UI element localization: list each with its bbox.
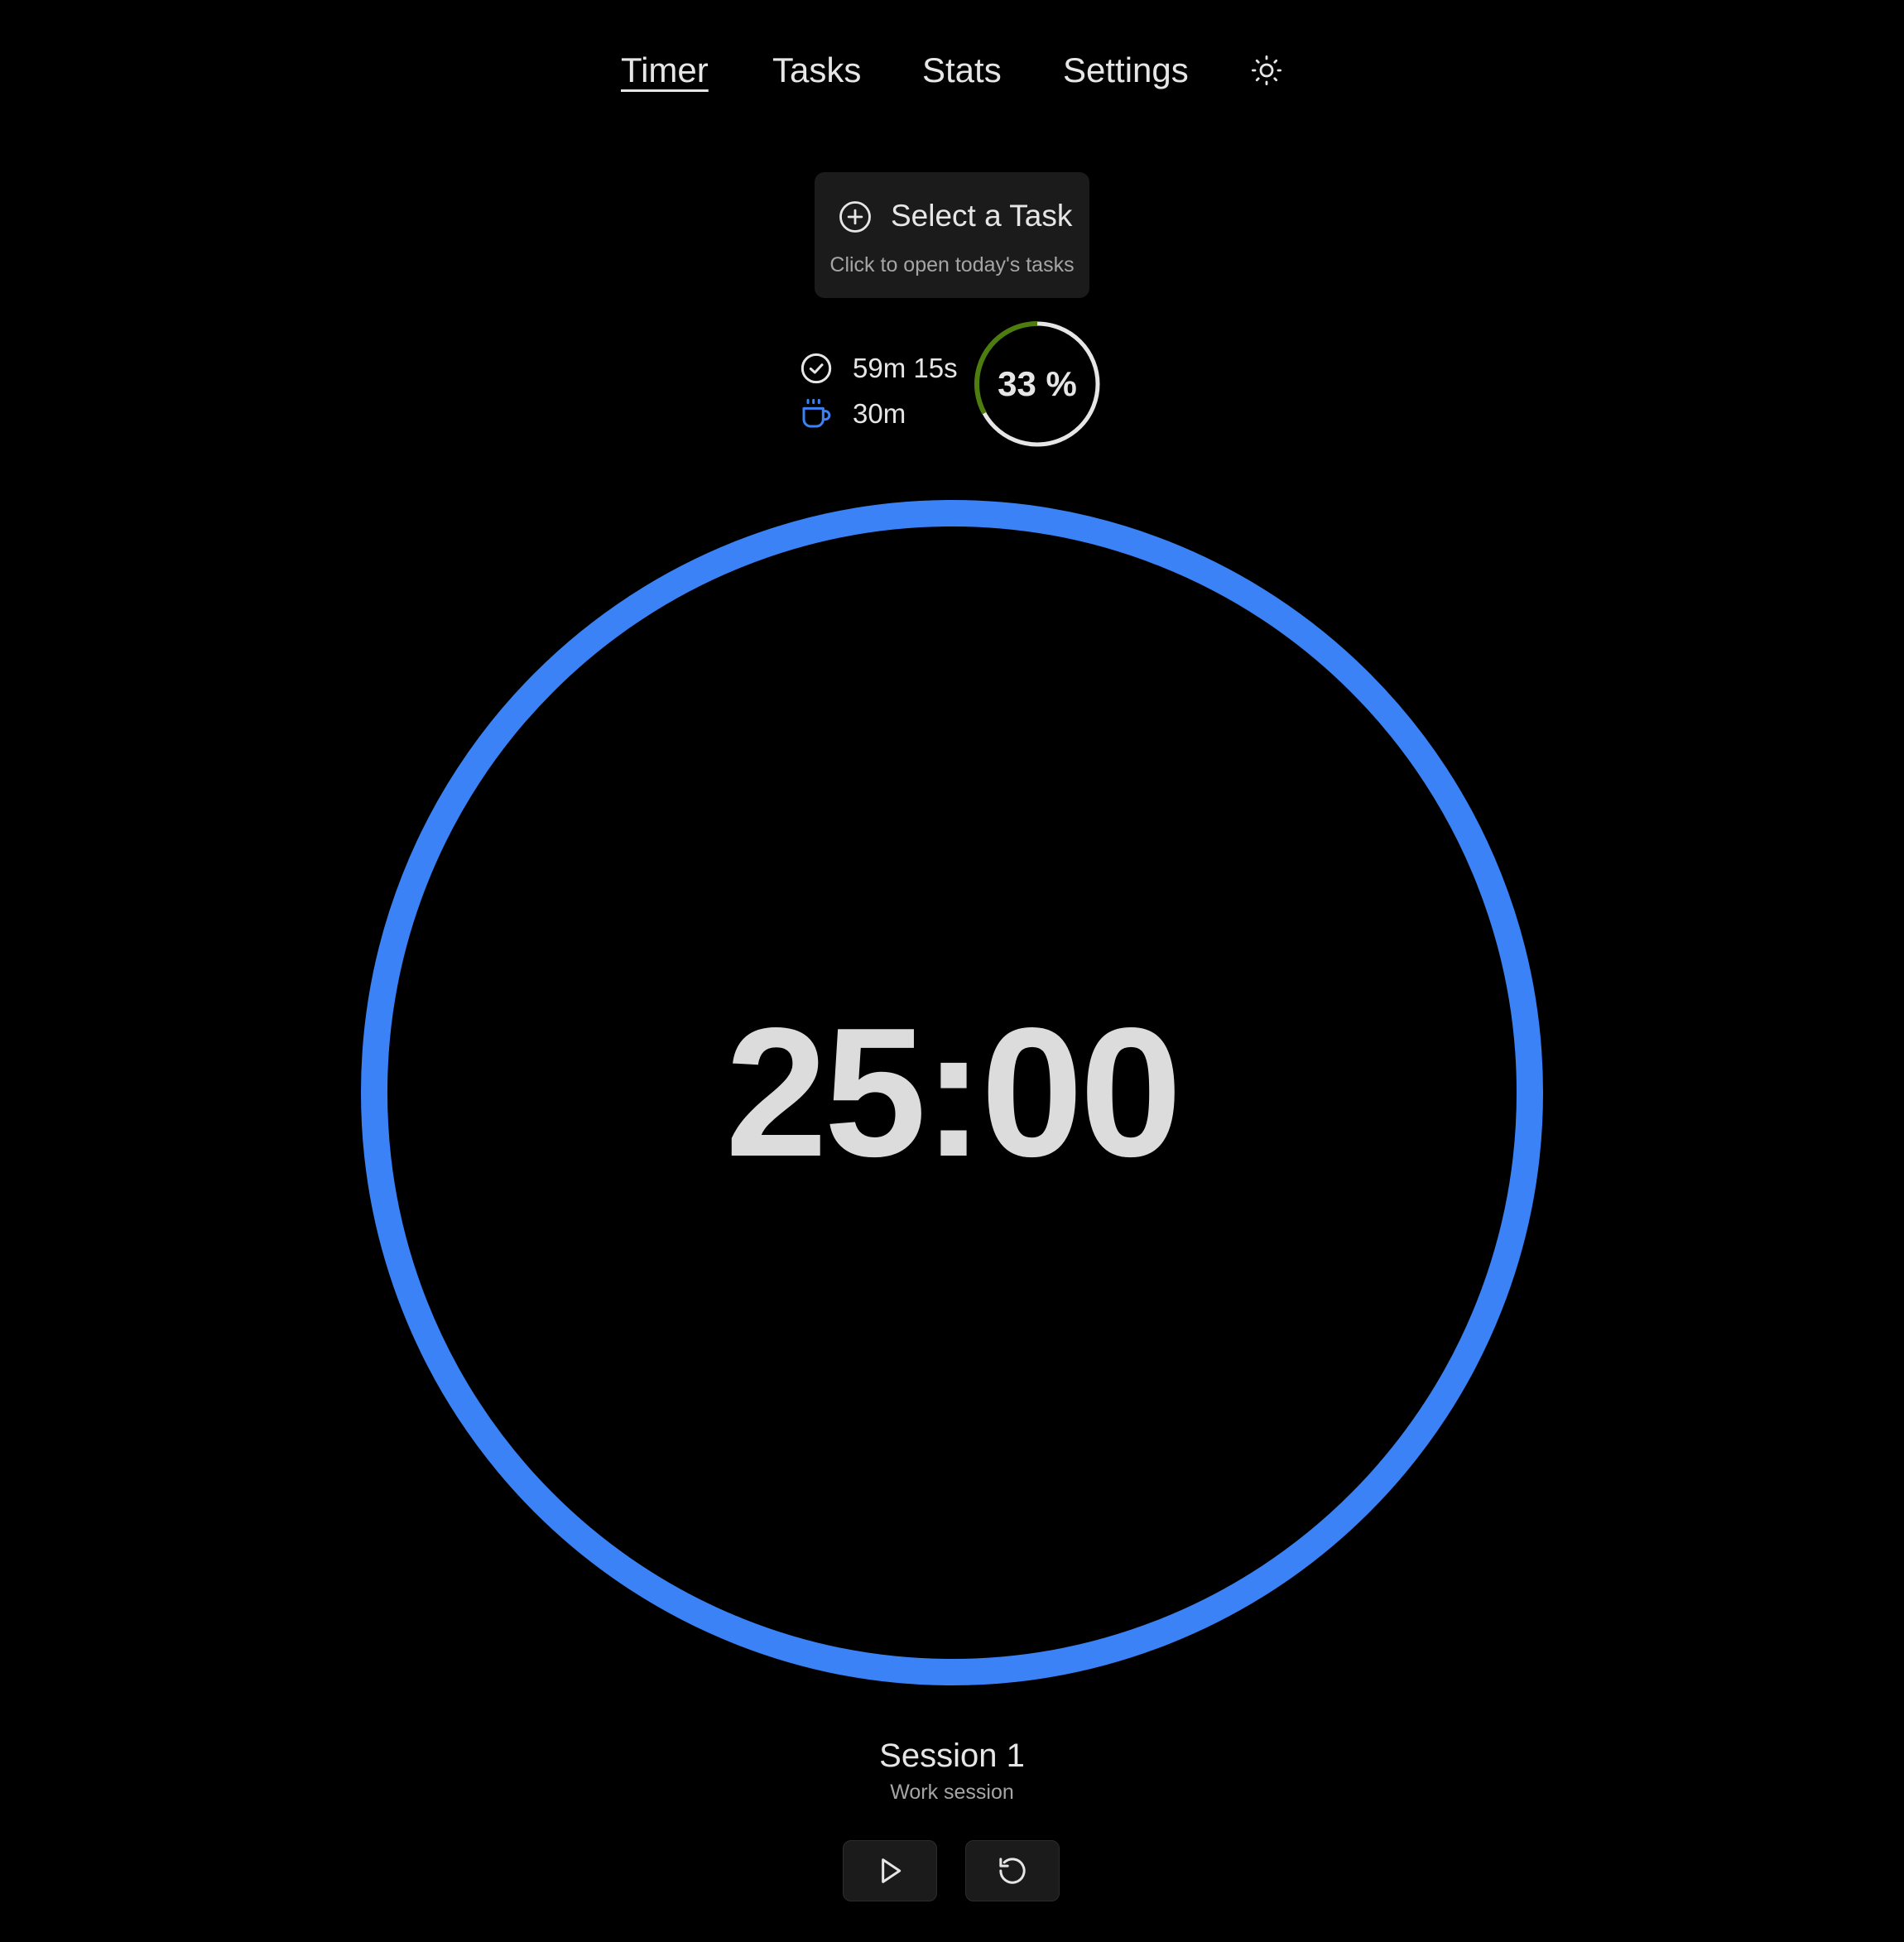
nav-item-tasks[interactable]: Tasks (772, 43, 861, 98)
break-time-stat: 30m (800, 396, 906, 432)
top-nav: Timer Tasks Stats Settings (0, 43, 1904, 98)
nav-item-stats[interactable]: Stats (922, 43, 1002, 98)
daily-progress-label: 33 % (998, 364, 1077, 403)
nav-item-settings[interactable]: Settings (1063, 43, 1189, 98)
plus-circle-icon (839, 201, 871, 233)
play-button[interactable] (843, 1840, 937, 1901)
break-time-value: 30m (853, 398, 906, 429)
reset-button[interactable] (965, 1840, 1060, 1901)
select-task-hint: Click to open today's tasks (829, 253, 1075, 276)
select-task-title: Select a Task (891, 199, 1073, 233)
check-circle-icon (801, 353, 832, 384)
session-type: Work session (890, 1781, 1014, 1804)
focus-time-value: 59m 15s (853, 353, 958, 383)
coffee-cup-icon (802, 398, 831, 428)
reset-icon (999, 1858, 1026, 1884)
play-icon (882, 1858, 902, 1883)
session-title: Session 1 (879, 1738, 1025, 1774)
sun-icon (1251, 55, 1282, 86)
theme-toggle-button[interactable] (1249, 53, 1284, 88)
timer-display: 25:00 (725, 990, 1182, 1195)
focus-time-stat: 59m 15s (800, 350, 958, 387)
pomodoro-page: Timer Tasks Stats Settings Select a Task… (0, 0, 1904, 1942)
select-task-button[interactable]: Select a Task Click to open today's task… (815, 172, 1089, 298)
nav-item-timer[interactable]: Timer (621, 43, 709, 98)
